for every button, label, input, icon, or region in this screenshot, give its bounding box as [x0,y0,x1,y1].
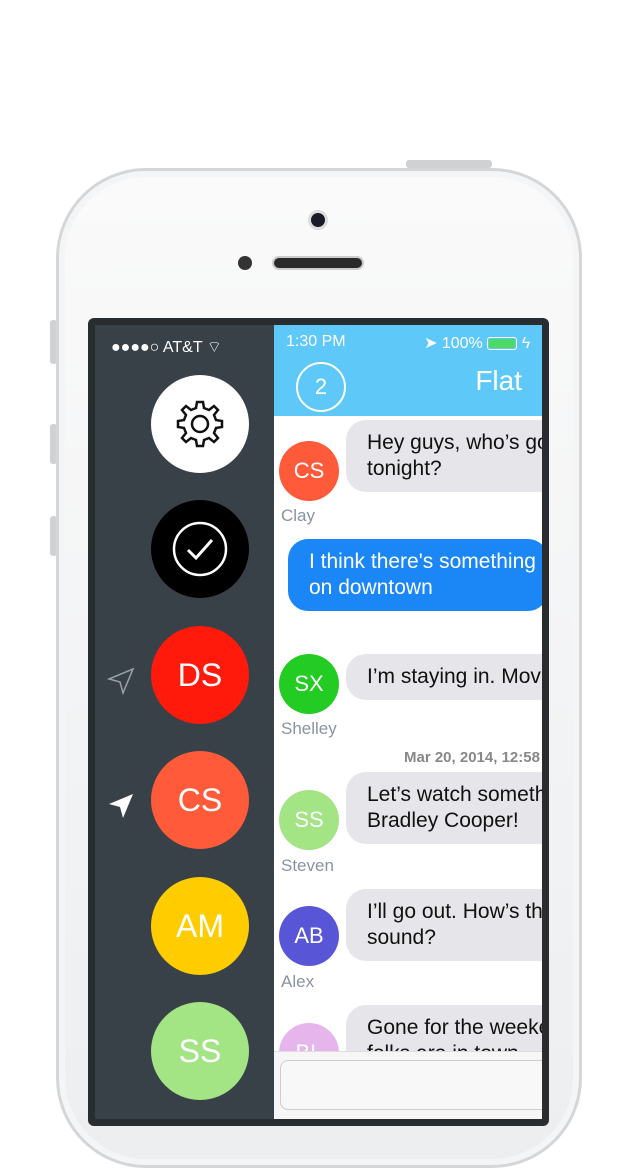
location-arrow-outline-icon [106,667,135,696]
chat-panel: 1:30 PM ➤ 100% ϟ 2 Flat CS Hey guys, who… [274,325,542,1119]
message-line: sound? [367,926,436,949]
sender-name: Shelley [281,719,337,738]
unread-badge[interactable]: 2 [296,362,346,412]
sender-name: Steven [281,856,334,875]
contact-initials: SS [178,1032,222,1069]
compose-bar [274,1051,542,1119]
battery-percent: 100% [441,335,483,352]
message-line: tonight? [367,457,442,480]
status-right: ➤ 100% ϟ [424,333,530,353]
message-bubble: Let’s watch something with Bradley Cooper… [346,772,542,844]
message-line: I think there's something going [309,550,542,573]
avatar[interactable]: AB [279,906,339,966]
settings-button[interactable] [151,375,249,473]
timestamp: Mar 20, 2014, 12:58 PM [404,749,542,766]
chat-title: Flat [475,365,522,396]
avatar[interactable]: CS [279,441,339,501]
side-drawer: ●●●●○ AT&T ⌔ DS CS AM SS [95,325,275,1119]
checkmark-icon [172,521,228,577]
location-icon: ➤ [424,335,438,352]
wifi-icon: ⌔ [206,339,222,356]
message-line: Gone for the weekend, my [367,1016,542,1039]
contact-ss[interactable]: SS [151,1002,249,1100]
avatar[interactable]: SX [279,654,339,714]
contact-initials: CS [177,781,223,818]
power-button [406,160,492,168]
message-bubble: I’m staying in. Movie night? [346,654,542,700]
message-input[interactable] [280,1060,542,1110]
charging-icon: ϟ [521,335,531,352]
message-bubble-outgoing: I think there's something going on downto… [288,539,542,611]
message-bubble: I’ll go out. How’s the bar sound? [346,889,542,961]
sender-name: Clay [281,506,316,525]
gear-icon [176,400,224,448]
battery-icon [487,337,518,351]
message-line: Let’s watch something with [367,783,542,806]
contact-cs[interactable]: CS [151,751,249,849]
front-camera [308,210,328,230]
contact-ds[interactable]: DS [151,626,249,724]
earpiece-speaker [272,256,364,270]
message-line: I’m staying in. Movie night? [367,665,542,688]
proximity-sensor [238,256,252,270]
location-arrow-icon [109,794,133,818]
message-line: I’ll go out. How’s the bar [367,900,542,923]
carrier-label: ●●●●○ AT&T [111,339,203,356]
contact-initials: AM [176,907,224,944]
nav-bar: 1:30 PM ➤ 100% ϟ 2 Flat [274,325,542,416]
contact-initials: DS [177,656,223,693]
message-line: Hey guys, who’s going out [367,431,542,454]
screen: ●●●●○ AT&T ⌔ DS CS AM SS 1:30 PM ➤ 100% … [88,318,549,1126]
message-line: Bradley Cooper! [367,809,519,832]
clock: 1:30 PM [286,333,346,350]
sender-name: Alex [281,972,315,991]
avatar[interactable]: SS [279,790,339,850]
message-bubble: Hey guys, who’s going out tonight? [346,420,542,492]
message-line: on downtown [309,576,433,599]
done-button[interactable] [151,500,249,598]
contact-am[interactable]: AM [151,877,249,975]
carrier-status: ●●●●○ AT&T ⌔ [111,337,222,357]
